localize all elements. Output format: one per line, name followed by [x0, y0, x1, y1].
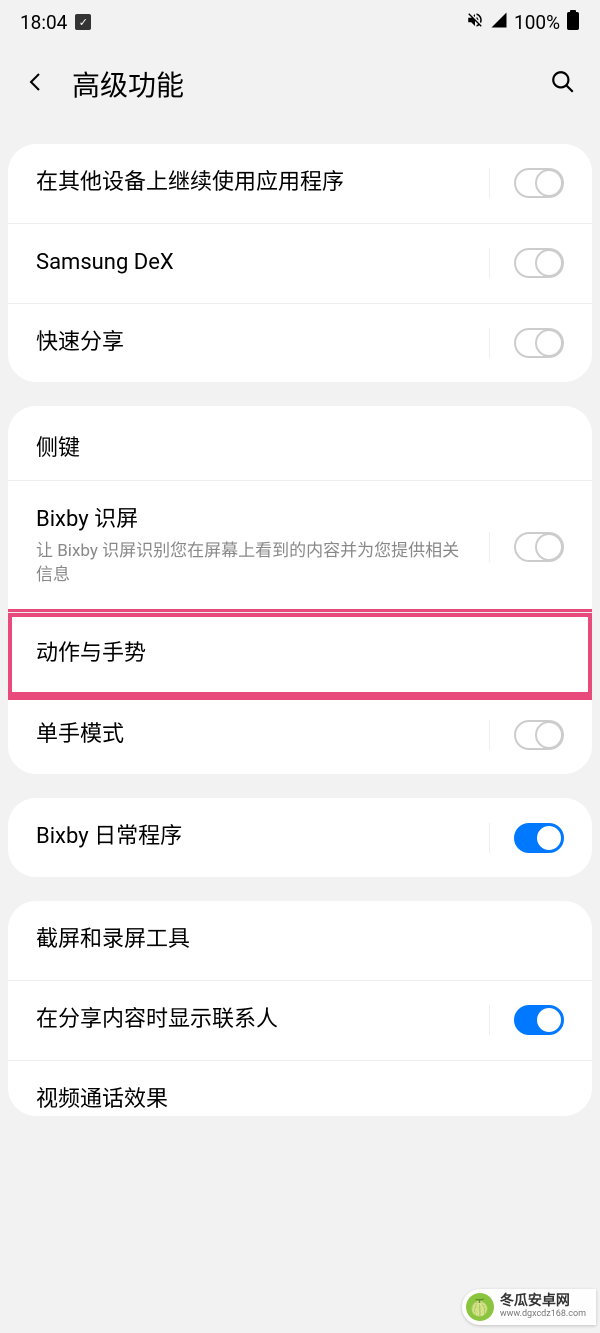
watermark-name: 冬瓜安卓网 — [500, 1294, 586, 1309]
row-one-handed[interactable]: 单手模式 — [8, 696, 592, 775]
section-header: 侧键 — [36, 430, 564, 462]
toggle-samsung-dex[interactable] — [514, 248, 564, 278]
row-motions-gestures[interactable]: 动作与手势 — [12, 617, 588, 692]
check-icon: ✓ — [75, 14, 91, 30]
status-time: 18:04 — [20, 11, 67, 34]
toggle-continue-apps[interactable] — [514, 168, 564, 198]
row-bixby-vision[interactable]: Bixby 识屏 让 Bixby 识屏识别您在屏幕上看到的内容并为您提供相关信息 — [8, 481, 592, 612]
watermark-url: www.dgxcdz168.com — [500, 1310, 586, 1320]
row-show-contacts-sharing[interactable]: 在分享内容时显示联系人 — [8, 981, 592, 1061]
row-title: 截屏和录屏工具 — [36, 925, 564, 956]
highlight-annotation: 动作与手势 — [8, 609, 592, 700]
row-title: 在其他设备上继续使用应用程序 — [36, 168, 473, 199]
row-title: 在分享内容时显示联系人 — [36, 1005, 473, 1036]
row-video-call-effects[interactable]: 视频通话效果 — [8, 1061, 592, 1116]
status-bar: 18:04 ✓ 100% — [0, 0, 600, 44]
row-title: Bixby 识屏 — [36, 505, 473, 536]
section-1: 在其他设备上继续使用应用程序 Samsung DeX 快速分享 — [8, 144, 592, 382]
toggle-quick-share[interactable] — [514, 328, 564, 358]
battery-label: 100% — [514, 11, 560, 34]
header: 高级功能 — [0, 44, 600, 134]
section-2: 侧键 Bixby 识屏 让 Bixby 识屏识别您在屏幕上看到的内容并为您提供相… — [8, 406, 592, 774]
row-samsung-dex[interactable]: Samsung DeX — [8, 224, 592, 304]
watermark: 🍈 冬瓜安卓网 www.dgxcdz168.com — [462, 1289, 596, 1325]
row-title: 视频通话效果 — [36, 1085, 564, 1116]
row-title: 快速分享 — [36, 328, 473, 359]
signal-icon — [490, 11, 508, 34]
row-title: Samsung DeX — [36, 248, 473, 279]
watermark-icon: 🍈 — [466, 1293, 494, 1321]
section-3: Bixby 日常程序 — [8, 798, 592, 877]
back-icon[interactable] — [24, 70, 48, 98]
row-title: 动作与手势 — [36, 639, 564, 670]
page-title: 高级功能 — [72, 64, 184, 104]
row-side-key[interactable]: 侧键 — [8, 406, 592, 481]
row-bixby-routines[interactable]: Bixby 日常程序 — [8, 798, 592, 877]
row-screenshot-tools[interactable]: 截屏和录屏工具 — [8, 901, 592, 981]
mute-icon — [466, 11, 484, 34]
toggle-show-contacts[interactable] — [514, 1005, 564, 1035]
toggle-bixby-vision[interactable] — [514, 532, 564, 562]
row-title: 单手模式 — [36, 720, 473, 751]
search-icon[interactable] — [550, 69, 576, 99]
row-continue-apps[interactable]: 在其他设备上继续使用应用程序 — [8, 144, 592, 224]
battery-icon — [566, 10, 580, 35]
status-left: 18:04 ✓ — [20, 11, 91, 34]
section-4: 截屏和录屏工具 在分享内容时显示联系人 视频通话效果 — [8, 901, 592, 1115]
row-subtitle: 让 Bixby 识屏识别您在屏幕上看到的内容并为您提供相关信息 — [36, 540, 473, 588]
row-quick-share[interactable]: 快速分享 — [8, 304, 592, 383]
toggle-one-handed[interactable] — [514, 720, 564, 750]
status-right: 100% — [466, 10, 580, 35]
toggle-bixby-routines[interactable] — [514, 823, 564, 853]
row-title: Bixby 日常程序 — [36, 822, 473, 853]
